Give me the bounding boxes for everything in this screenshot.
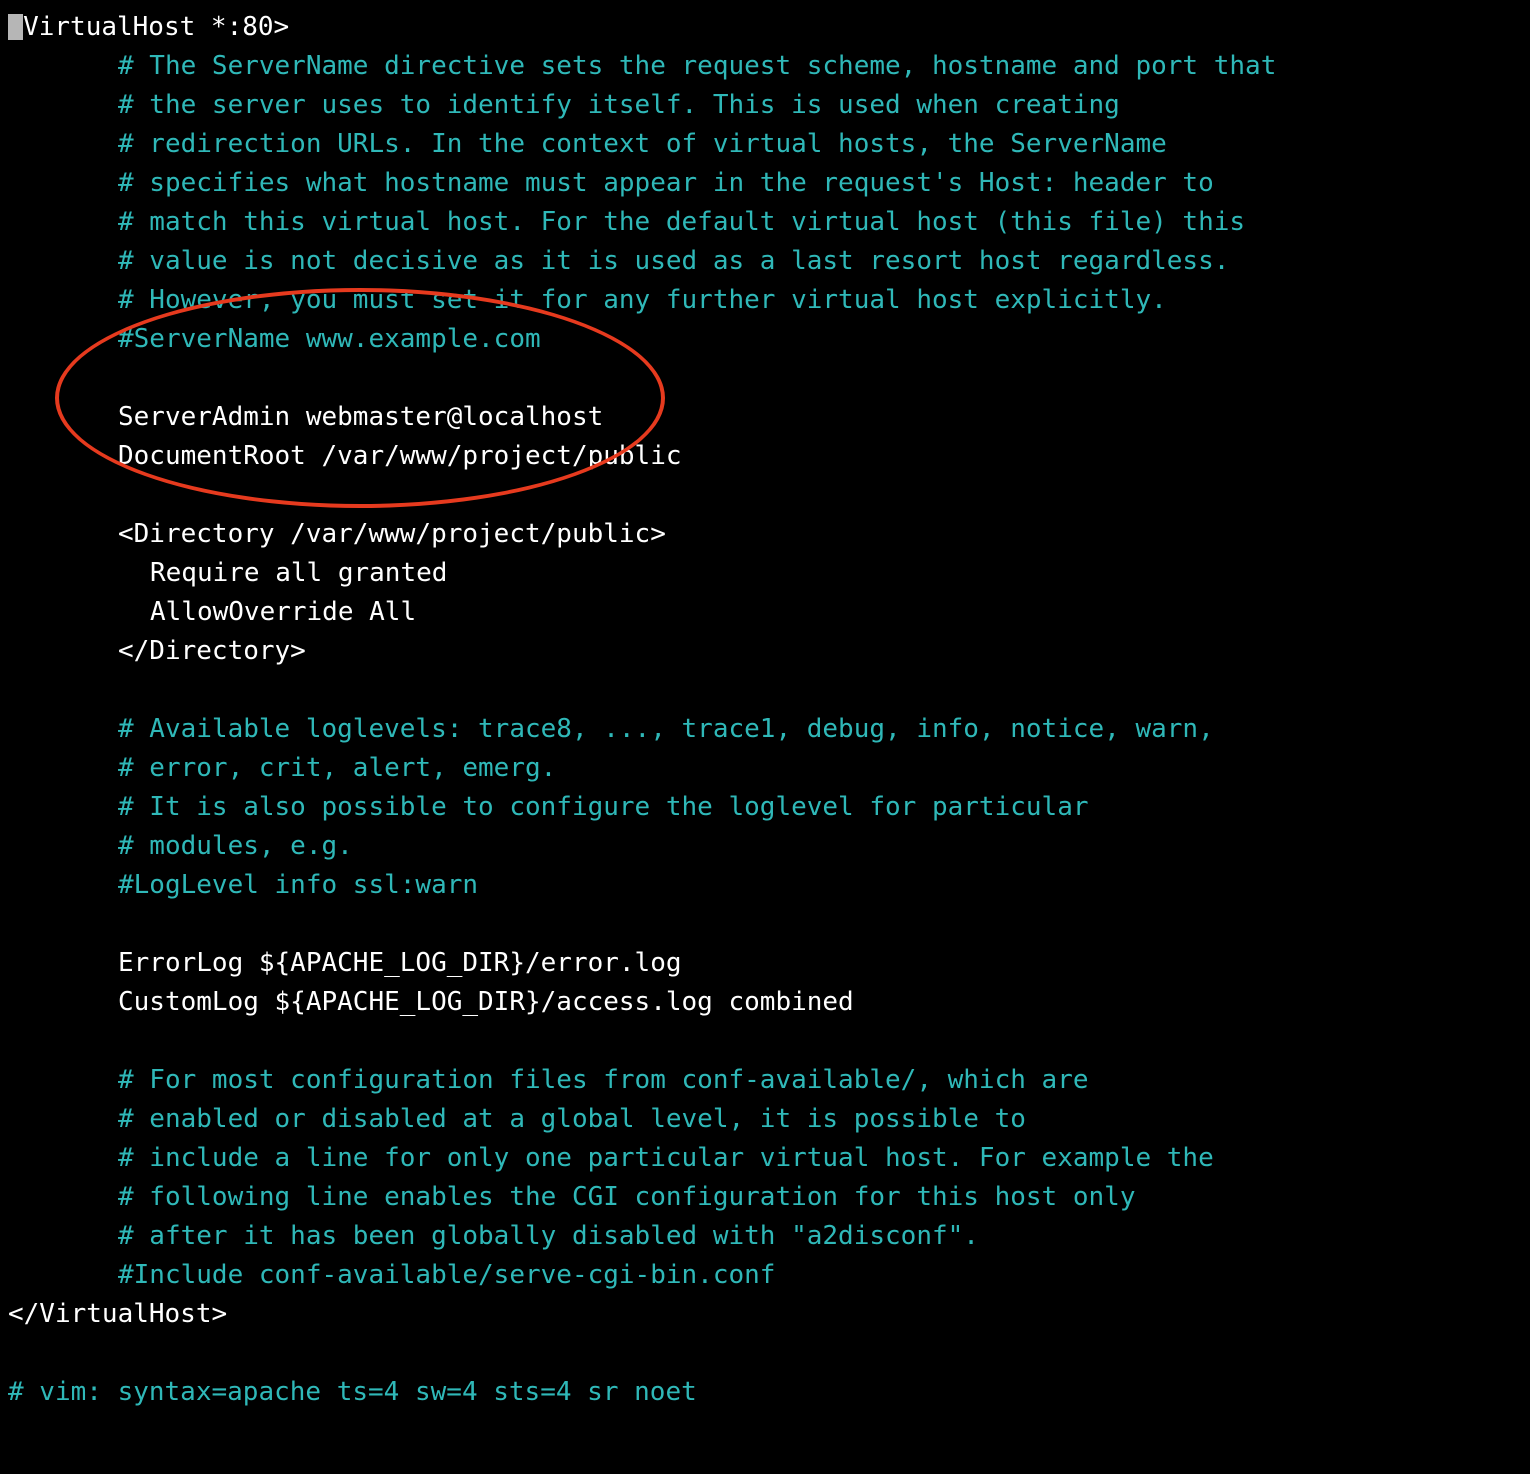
code-text — [118, 675, 134, 705]
code-text: DocumentRoot /var/www/project/public — [118, 441, 682, 471]
terminal-editor[interactable]: VirtualHost *:80> # The ServerName direct… — [0, 0, 1530, 1412]
code-line: # Available loglevels: trace8, ..., trac… — [0, 710, 1530, 749]
code-line: # For most configuration files from conf… — [0, 1061, 1530, 1100]
comment-text: # modules, e.g. — [118, 831, 353, 861]
code-line: # the server uses to identify itself. Th… — [0, 86, 1530, 125]
code-line — [0, 1022, 1530, 1061]
code-text — [8, 1338, 24, 1368]
code-line: # match this virtual host. For the defau… — [0, 203, 1530, 242]
comment-text: # after it has been globally disabled wi… — [118, 1221, 979, 1251]
cursor-block — [8, 14, 23, 40]
code-line: AllowOverride All — [0, 593, 1530, 632]
code-text — [118, 909, 134, 939]
code-text: ErrorLog ${APACHE_LOG_DIR}/error.log — [118, 948, 682, 978]
comment-text: # However, you must set it for any furth… — [118, 285, 1167, 315]
code-line: Require all granted — [0, 554, 1530, 593]
code-text: AllowOverride All — [150, 597, 416, 627]
code-line: VirtualHost *:80> — [0, 8, 1530, 47]
code-line: #ServerName www.example.com — [0, 320, 1530, 359]
code-line: # However, you must set it for any furth… — [0, 281, 1530, 320]
code-line — [0, 1334, 1530, 1373]
comment-text: # include a line for only one particular… — [118, 1143, 1214, 1173]
code-text: <Directory /var/www/project/public> — [118, 519, 666, 549]
comment-text: # the server uses to identify itself. Th… — [118, 90, 1120, 120]
code-line: # value is not decisive as it is used as… — [0, 242, 1530, 281]
code-line: #LogLevel info ssl:warn — [0, 866, 1530, 905]
comment-text: # Available loglevels: trace8, ..., trac… — [118, 714, 1214, 744]
code-text — [118, 1026, 134, 1056]
code-text: Require all granted — [150, 558, 447, 588]
comment-text: # redirection URLs. In the context of vi… — [118, 129, 1167, 159]
code-line: #Include conf-available/serve-cgi-bin.co… — [0, 1256, 1530, 1295]
code-line: # error, crit, alert, emerg. — [0, 749, 1530, 788]
code-line — [0, 671, 1530, 710]
code-line — [0, 905, 1530, 944]
comment-text: # following line enables the CGI configu… — [118, 1182, 1135, 1212]
comment-text: # specifies what hostname must appear in… — [118, 168, 1214, 198]
code-text: </VirtualHost> — [8, 1299, 227, 1329]
code-text: VirtualHost *:80> — [23, 12, 289, 42]
comment-text: # enabled or disabled at a global level,… — [118, 1104, 1026, 1134]
code-line: # following line enables the CGI configu… — [0, 1178, 1530, 1217]
comment-text: #ServerName www.example.com — [118, 324, 541, 354]
comment-text: # error, crit, alert, emerg. — [118, 753, 556, 783]
code-text — [118, 480, 134, 510]
code-text: CustomLog ${APACHE_LOG_DIR}/access.log c… — [118, 987, 854, 1017]
comment-text: # match this virtual host. For the defau… — [118, 207, 1245, 237]
comment-text: # The ServerName directive sets the requ… — [118, 51, 1276, 81]
comment-text: # It is also possible to configure the l… — [118, 792, 1089, 822]
code-line: # modules, e.g. — [0, 827, 1530, 866]
comment-text: # value is not decisive as it is used as… — [118, 246, 1229, 276]
code-line: ServerAdmin webmaster@localhost — [0, 398, 1530, 437]
comment-text: # vim: syntax=apache ts=4 sw=4 sts=4 sr … — [8, 1377, 697, 1407]
code-line: # specifies what hostname must appear in… — [0, 164, 1530, 203]
comment-text: # For most configuration files from conf… — [118, 1065, 1089, 1095]
code-text: ServerAdmin webmaster@localhost — [118, 402, 603, 432]
code-line: # The ServerName directive sets the requ… — [0, 47, 1530, 86]
code-line: CustomLog ${APACHE_LOG_DIR}/access.log c… — [0, 983, 1530, 1022]
code-line: # vim: syntax=apache ts=4 sw=4 sts=4 sr … — [0, 1373, 1530, 1412]
code-line — [0, 476, 1530, 515]
code-line — [0, 359, 1530, 398]
comment-text: #LogLevel info ssl:warn — [118, 870, 478, 900]
code-line: # It is also possible to configure the l… — [0, 788, 1530, 827]
code-line: <Directory /var/www/project/public> — [0, 515, 1530, 554]
code-line: # redirection URLs. In the context of vi… — [0, 125, 1530, 164]
code-line: # enabled or disabled at a global level,… — [0, 1100, 1530, 1139]
code-line: # after it has been globally disabled wi… — [0, 1217, 1530, 1256]
code-line: ErrorLog ${APACHE_LOG_DIR}/error.log — [0, 944, 1530, 983]
code-line: </VirtualHost> — [0, 1295, 1530, 1334]
comment-text: #Include conf-available/serve-cgi-bin.co… — [118, 1260, 775, 1290]
code-line: DocumentRoot /var/www/project/public — [0, 437, 1530, 476]
code-line: # include a line for only one particular… — [0, 1139, 1530, 1178]
code-line: </Directory> — [0, 632, 1530, 671]
code-text: </Directory> — [118, 636, 306, 666]
code-text — [118, 363, 134, 393]
